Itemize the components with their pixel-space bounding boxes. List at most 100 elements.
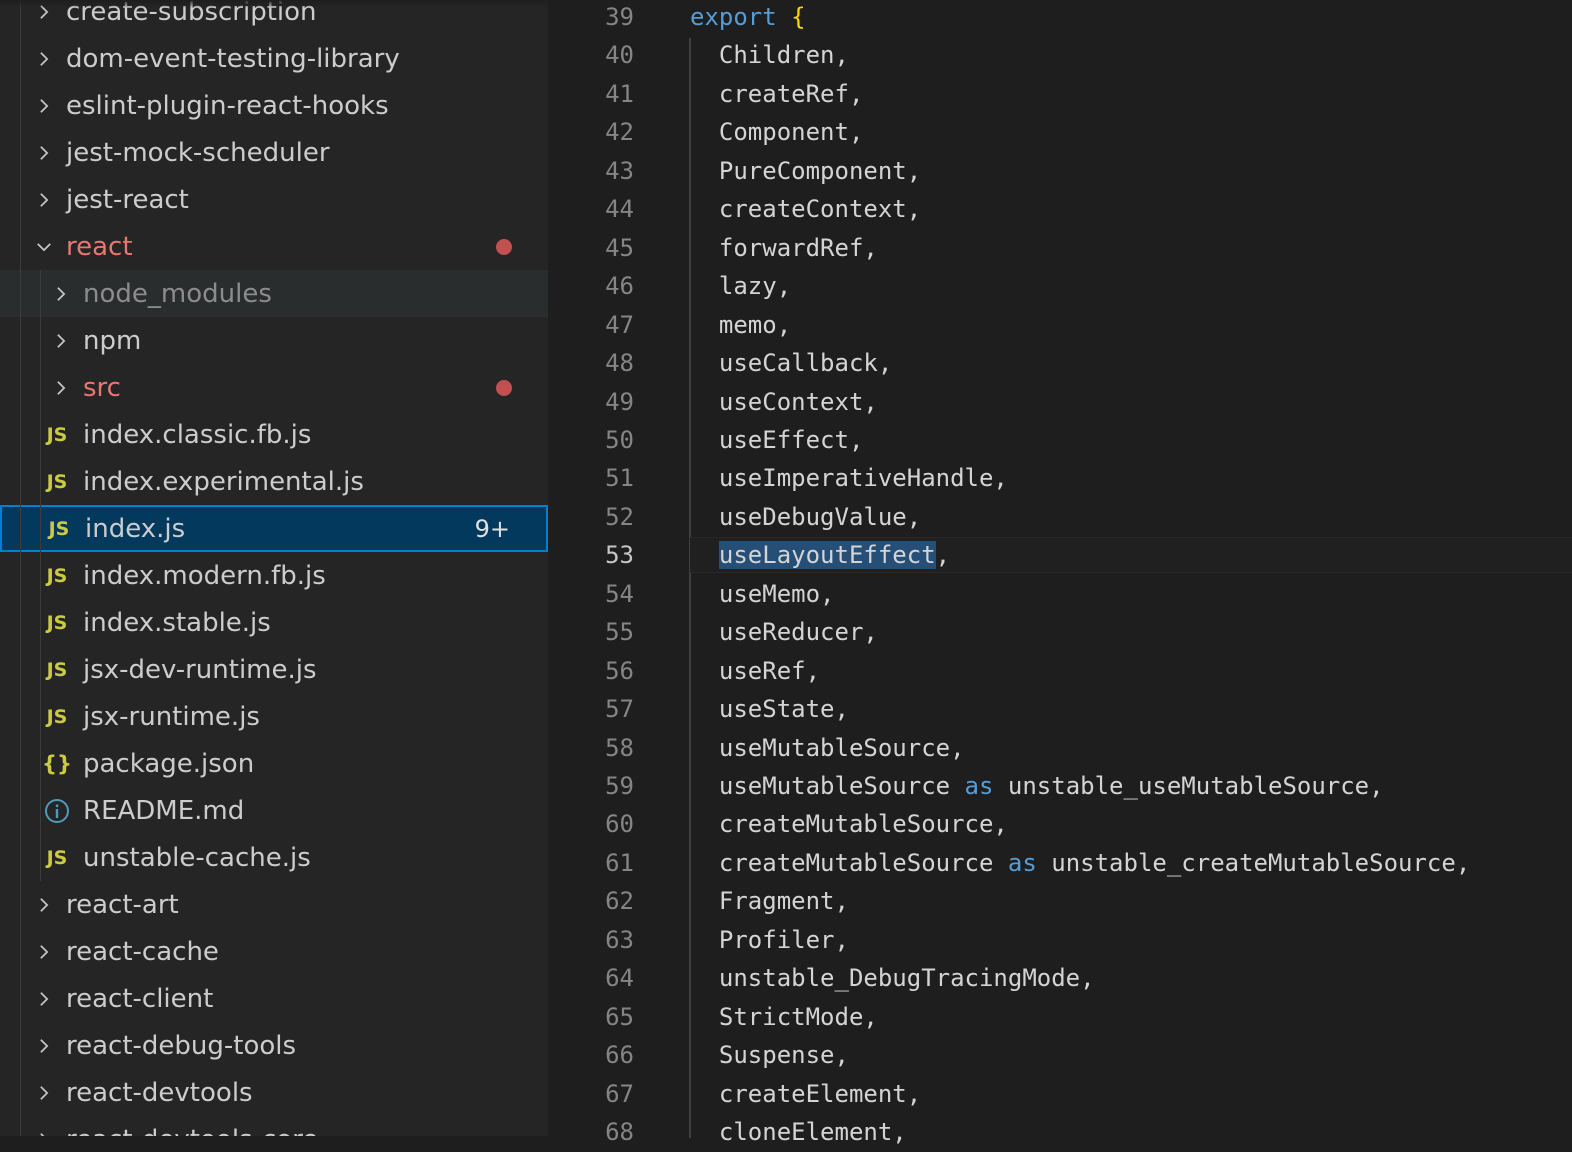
code-line[interactable]: useContext, (690, 383, 878, 421)
tree-file-index-experimental-js[interactable]: JS index.experimental.js (0, 458, 548, 505)
chevron-right-icon[interactable] (33, 142, 55, 164)
code-line[interactable]: createMutableSource as unstable_createMu… (690, 844, 1470, 882)
tree-item-label: package.json (83, 748, 255, 779)
tree-file-index-modern-fb-js[interactable]: JS index.modern.fb.js (0, 552, 548, 599)
code-line[interactable]: Children, (690, 36, 849, 74)
tree-file-jsx-dev-runtime-js[interactable]: JS jsx-dev-runtime.js (0, 646, 548, 693)
sidebar-top-shadow (0, 0, 548, 8)
tree-folder-react-debug-tools[interactable]: react-debug-tools (0, 1022, 548, 1069)
code-line[interactable]: Profiler, (690, 921, 849, 959)
code-line[interactable]: createMutableSource, (690, 805, 1008, 843)
code-line[interactable]: Suspense, (690, 1036, 849, 1074)
line-number: 57 (605, 695, 634, 724)
line-number: 48 (605, 349, 634, 378)
code-line[interactable]: useDebugValue, (690, 498, 921, 536)
chevron-right-icon[interactable] (33, 95, 55, 117)
chevron-right-icon[interactable] (33, 189, 55, 211)
chevron-right-icon[interactable] (50, 377, 72, 399)
line-number: 58 (605, 733, 634, 762)
code-line[interactable]: createContext, (690, 190, 921, 228)
tree-file-unstable-cache-js[interactable]: JS unstable-cache.js (0, 834, 548, 881)
code-line[interactable]: useLayoutEffect, (690, 536, 950, 574)
code-line[interactable]: useEffect, (690, 421, 864, 459)
line-number: 65 (605, 1002, 634, 1031)
tree-file-jsx-runtime-js[interactable]: JS jsx-runtime.js (0, 693, 548, 740)
modified-dot-icon (496, 379, 512, 396)
tree-item-label: react-client (66, 983, 214, 1014)
tree-folder-react-art[interactable]: react-art (0, 881, 548, 928)
code-line[interactable]: useMutableSource as unstable_useMutableS… (690, 767, 1384, 805)
code-line[interactable]: unstable_DebugTracingMode, (690, 959, 1095, 997)
chevron-right-icon[interactable] (50, 283, 72, 305)
tree-folder-jest-mock-scheduler[interactable]: jest-mock-scheduler (0, 129, 548, 176)
tree-item-label: jsx-dev-runtime.js (83, 654, 317, 685)
chevron-right-icon[interactable] (33, 48, 55, 70)
js-file-icon: JS (46, 611, 68, 634)
chevron-right-icon[interactable] (33, 1082, 55, 1104)
tree-folder-react-devtools-core[interactable]: react-devtools-core (0, 1116, 548, 1136)
line-number: 53 (605, 541, 634, 570)
js-file-icon: JS (46, 705, 68, 728)
code-line[interactable]: useCallback, (690, 344, 892, 382)
line-number: 68 (605, 1118, 634, 1147)
code-editor[interactable]: 39 export {40 Children, 41 createRef, 42 Co… (548, 0, 1572, 1146)
tree-folder-react-client[interactable]: react-client (0, 975, 548, 1022)
chevron-right-icon[interactable] (33, 988, 55, 1010)
chevron-right-icon[interactable] (33, 894, 55, 916)
code-line[interactable]: Component, (690, 113, 864, 151)
modified-dot-icon (496, 238, 512, 255)
code-line[interactable]: createElement, (690, 1075, 921, 1113)
tree-item-label: index.stable.js (83, 607, 271, 638)
tree-item-label: react-art (66, 889, 179, 920)
tree-folder-node-modules[interactable]: node_modules (0, 270, 548, 317)
chevron-right-icon[interactable] (50, 330, 72, 352)
tree-folder-dom-event-testing-library[interactable]: dom-event-testing-library (0, 35, 548, 82)
line-number: 49 (605, 387, 634, 416)
code-line[interactable]: lazy, (690, 267, 791, 305)
tree-folder-jest-react[interactable]: jest-react (0, 176, 548, 223)
code-line[interactable]: useMemo, (690, 575, 835, 613)
code-line[interactable]: useImperativeHandle, (690, 459, 1008, 497)
line-number: 40 (605, 41, 634, 70)
tree-file-index-js[interactable]: JS index.js 9+ (0, 505, 548, 552)
code-line[interactable]: useRef, (690, 652, 820, 690)
tree-file-package-json[interactable]: {} package.json (0, 740, 548, 787)
code-line[interactable]: forwardRef, (690, 229, 878, 267)
tree-file-index-classic-fb-js[interactable]: JS index.classic.fb.js (0, 411, 548, 458)
tree-folder-src[interactable]: src (0, 364, 548, 411)
tree-folder-npm[interactable]: npm (0, 317, 548, 364)
code-line[interactable]: cloneElement, (690, 1113, 907, 1151)
problems-badge: 9+ (474, 514, 510, 543)
line-number: 67 (605, 1079, 634, 1108)
code-line[interactable]: useMutableSource, (690, 729, 965, 767)
line-number: 50 (605, 425, 634, 454)
explorer-sidebar: create-subscription dom-event-testing-lib… (0, 0, 548, 1136)
chevron-right-icon[interactable] (33, 1035, 55, 1057)
line-number: 64 (605, 964, 634, 993)
tree-folder-react[interactable]: react (0, 223, 548, 270)
tree-file-index-stable-js[interactable]: JS index.stable.js (0, 599, 548, 646)
code-line[interactable]: memo, (690, 306, 791, 344)
tree-item-label: npm (83, 325, 142, 356)
tree-indent-guide (20, 0, 21, 1136)
code-line[interactable]: Fragment, (690, 882, 849, 920)
tree-item-label: unstable-cache.js (83, 842, 311, 873)
code-line[interactable]: export { (690, 0, 806, 36)
chevron-right-icon[interactable] (33, 941, 55, 963)
tree-folder-react-devtools[interactable]: react-devtools (0, 1069, 548, 1116)
line-number: 42 (605, 118, 634, 147)
line-number: 62 (605, 887, 634, 916)
tree-folder-react-cache[interactable]: react-cache (0, 928, 548, 975)
code-line[interactable]: useReducer, (690, 613, 878, 651)
chevron-right-icon[interactable] (33, 1129, 55, 1136)
chevron-down-icon[interactable] (33, 236, 55, 258)
tree-file-readme-md[interactable]: README.md (0, 787, 548, 834)
tree-folder-eslint-plugin-react-hooks[interactable]: eslint-plugin-react-hooks (0, 82, 548, 129)
code-line[interactable]: useState, (690, 690, 849, 728)
tree-item-label: jsx-runtime.js (83, 701, 260, 732)
tree-item-label: index.modern.fb.js (83, 560, 326, 591)
code-line[interactable]: StrictMode, (690, 998, 878, 1036)
code-line[interactable]: PureComponent, (690, 152, 921, 190)
line-number: 63 (605, 925, 634, 954)
code-line[interactable]: createRef, (690, 75, 864, 113)
